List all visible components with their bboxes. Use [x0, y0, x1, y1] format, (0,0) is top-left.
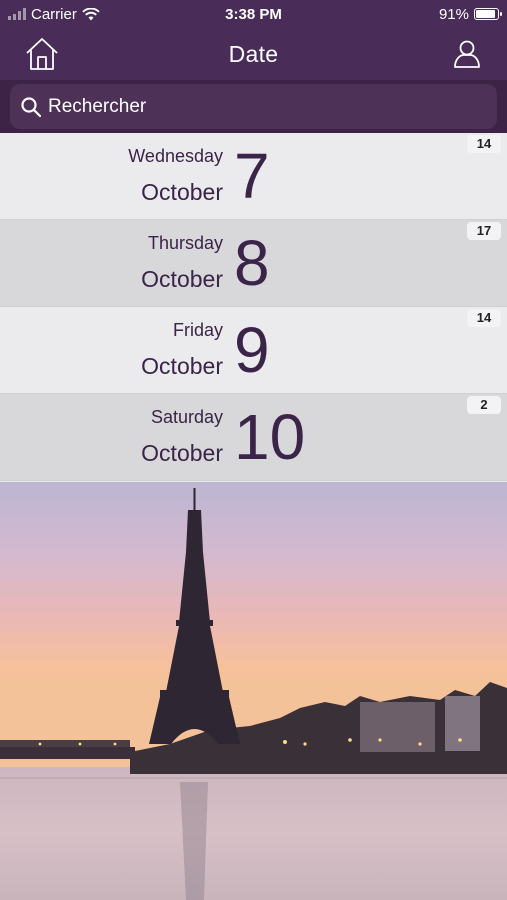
- home-button[interactable]: [24, 36, 60, 72]
- search-bar: Rechercher: [0, 80, 507, 133]
- status-right: 91%: [329, 5, 502, 23]
- status-left: Carrier: [8, 6, 178, 23]
- date-row[interactable]: Friday October 9 14: [0, 307, 507, 394]
- signal-icon: [8, 8, 26, 20]
- search-input[interactable]: Rechercher: [10, 84, 497, 129]
- wifi-icon: [82, 7, 100, 20]
- weekday-label: Saturday: [150, 407, 223, 427]
- search-icon: [21, 96, 42, 117]
- battery-icon: [474, 8, 502, 20]
- carrier-label: Carrier: [31, 5, 77, 23]
- background-photo: [0, 482, 507, 900]
- search-placeholder: Rechercher: [48, 95, 147, 117]
- count-badge: 17: [467, 222, 501, 240]
- battery-fill: [476, 10, 496, 18]
- weekday-label: Friday: [172, 320, 223, 340]
- status-bar: Carrier 3:38 PM 91%: [0, 0, 507, 28]
- app-screen: Carrier 3:38 PM 91% Date Rechercher Wedn…: [0, 0, 507, 900]
- date-list: Wednesday October 7 14 Thursday October …: [0, 133, 507, 481]
- nav-bar: Date: [0, 28, 507, 80]
- battery-percent: 91%: [438, 5, 469, 23]
- month-label: October: [141, 353, 223, 379]
- count-badge: 14: [467, 135, 501, 153]
- weekday-label: Wednesday: [128, 146, 223, 166]
- date-row[interactable]: Saturday October 10 2: [0, 394, 507, 481]
- status-time: 3:38 PM: [225, 5, 282, 23]
- home-icon: [26, 38, 58, 70]
- count-badge: 14: [467, 309, 501, 327]
- day-number: 8: [234, 227, 270, 299]
- profile-button[interactable]: [449, 36, 485, 72]
- date-words: Wednesday October: [128, 145, 223, 207]
- date-row[interactable]: Wednesday October 7 14: [0, 133, 507, 220]
- date-words: Thursday October: [141, 232, 223, 294]
- month-label: October: [141, 440, 223, 466]
- date-row[interactable]: Thursday October 8 17: [0, 220, 507, 307]
- day-number: 10: [234, 401, 306, 473]
- day-number: 7: [234, 140, 270, 212]
- weekday-label: Thursday: [147, 233, 223, 253]
- day-number: 9: [234, 314, 270, 386]
- user-icon: [454, 40, 480, 68]
- count-badge: 2: [467, 396, 501, 414]
- month-label: October: [141, 266, 223, 292]
- page-title: Date: [228, 40, 279, 67]
- month-label: October: [141, 179, 223, 205]
- date-words: Saturday October: [141, 406, 223, 468]
- date-words: Friday October: [141, 319, 223, 381]
